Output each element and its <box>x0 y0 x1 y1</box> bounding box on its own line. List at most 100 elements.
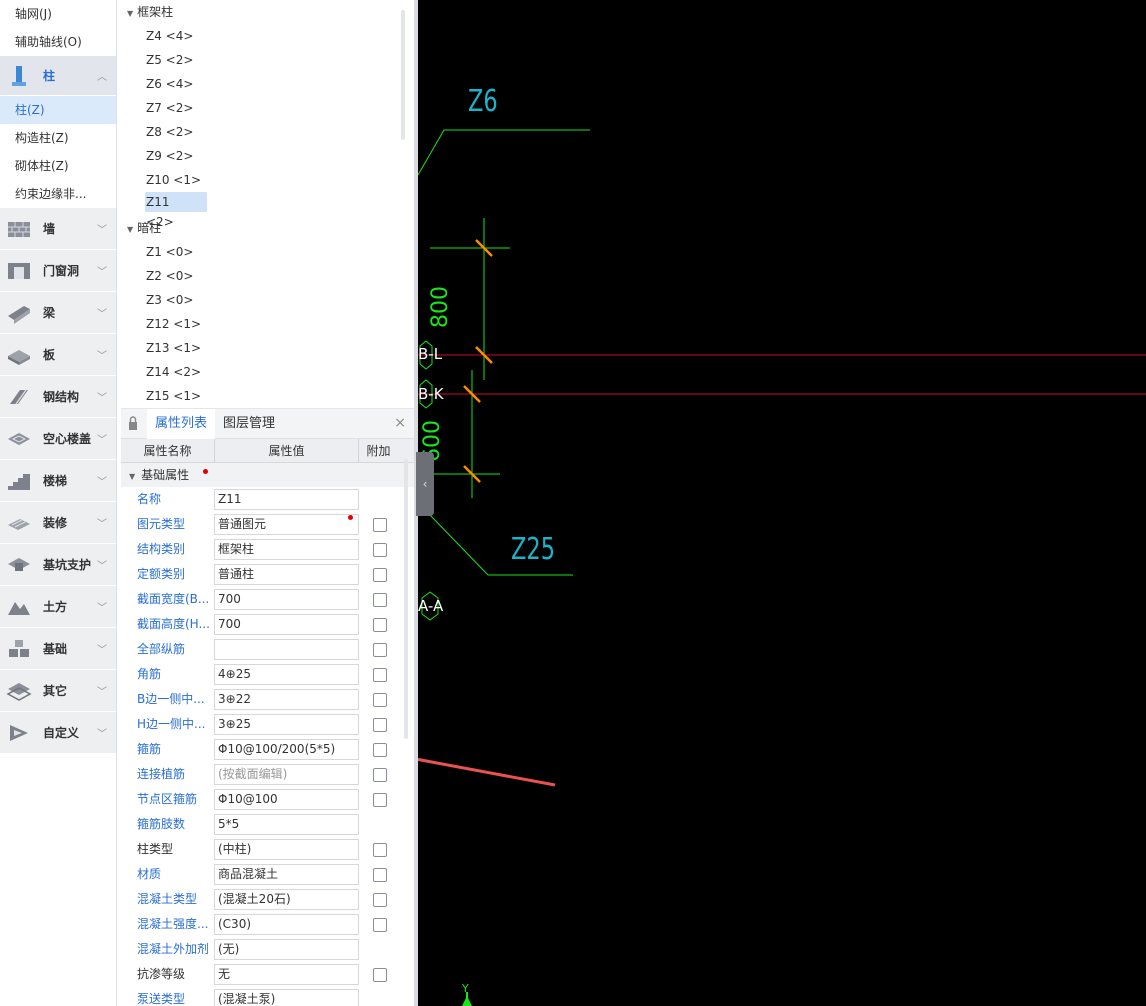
tree-item[interactable]: Z12 <1> <box>121 312 413 336</box>
nav-category-column[interactable]: 柱 ︿ <box>0 56 116 96</box>
tree-item[interactable]: Z5 <2> <box>121 48 413 72</box>
nav-category-label: 钢结构 <box>43 390 80 404</box>
property-value-field[interactable]: 普通图元 <box>214 514 359 535</box>
nav-category-stairs[interactable]: 楼梯 ﹀ <box>0 460 116 502</box>
extra-checkbox[interactable] <box>373 793 387 807</box>
nav-category-hollow-floor[interactable]: 空心楼盖 ﹀ <box>0 418 116 460</box>
property-value-field[interactable]: 700 <box>214 614 359 635</box>
extra-checkbox[interactable] <box>373 843 387 857</box>
property-value-field[interactable]: Φ10@100 <box>214 789 359 810</box>
nav-item-axis-grid[interactable]: 轴网(J) <box>0 0 116 28</box>
property-value-field[interactable]: Φ10@100/200(5*5) <box>214 739 359 760</box>
extra-checkbox[interactable] <box>373 668 387 682</box>
property-value-field[interactable]: 3⊕25 <box>214 714 359 735</box>
decoration-icon <box>4 510 34 536</box>
tab-layer-management[interactable]: 图层管理 <box>215 409 283 439</box>
extra-checkbox[interactable] <box>373 618 387 632</box>
tree-item[interactable]: Z1 <0> <box>121 240 413 264</box>
property-value-field[interactable]: (中柱) <box>214 839 359 860</box>
extra-checkbox[interactable] <box>373 918 387 932</box>
z25-label: Z25 <box>511 532 556 567</box>
property-row: 材质 商品混凝土 <box>121 862 414 887</box>
property-value-field[interactable]: (无) <box>214 939 359 960</box>
property-value-field[interactable]: 4⊕25 <box>214 664 359 685</box>
extra-checkbox[interactable] <box>373 593 387 607</box>
extra-checkbox[interactable] <box>373 518 387 532</box>
caret-down-icon: ▼ <box>127 9 134 18</box>
nav-category-earthwork[interactable]: 土方 ﹀ <box>0 586 116 628</box>
nav-subitem-column[interactable]: 柱(Z) <box>0 96 116 124</box>
nav-subitem-masonry-column[interactable]: 砌体柱(Z) <box>0 152 116 180</box>
property-value-field[interactable]: Z11 <box>214 489 359 510</box>
collapse-panel-button[interactable]: ‹ <box>416 452 434 516</box>
property-value-field[interactable] <box>214 639 359 660</box>
extra-checkbox[interactable] <box>373 968 387 982</box>
nav-category-decoration[interactable]: 装修 ﹀ <box>0 502 116 544</box>
chevron-down-icon: ﹀ <box>97 519 107 530</box>
tree-item-label: Z8 <2> <box>146 125 194 139</box>
extra-checkbox[interactable] <box>373 568 387 582</box>
tab-property-list[interactable]: 属性列表 <box>147 409 216 439</box>
extra-checkbox[interactable] <box>373 868 387 882</box>
nav-subitem-construct-column[interactable]: 构造柱(Z) <box>0 124 116 152</box>
nav-category-beam[interactable]: 梁 ﹀ <box>0 292 116 334</box>
property-row: 定额类别 普通柱 <box>121 562 414 587</box>
nav-category-wall[interactable]: 墙 ﹀ <box>0 208 116 250</box>
tree-item[interactable]: Z11 <2> <box>121 192 413 229</box>
tree-item[interactable]: Z2 <0> <box>121 264 413 288</box>
lock-icon[interactable] <box>127 415 139 433</box>
property-name: 截面宽度(B... <box>137 592 210 606</box>
property-value-field[interactable]: 3⊕22 <box>214 689 359 710</box>
property-value-field[interactable]: (混凝土泵) <box>214 989 359 1006</box>
tree-item[interactable]: Z8 <2> <box>121 120 413 144</box>
property-name: 定额类别 <box>137 567 186 581</box>
app-window: 轴网(J) 辅助轴线(O) 柱 ︿ 柱(Z) 构造柱(Z) 砌体柱(Z) 约束边… <box>0 0 1146 1006</box>
extra-checkbox[interactable] <box>373 743 387 757</box>
tree-item[interactable]: Z7 <2> <box>121 96 413 120</box>
extra-checkbox[interactable] <box>373 768 387 782</box>
extra-checkbox[interactable] <box>373 543 387 557</box>
property-value-field[interactable]: (按截面编辑) <box>214 764 359 785</box>
tree-item[interactable]: Z15 <1> <box>121 384 413 404</box>
property-value-field[interactable]: 框架柱 <box>214 539 359 560</box>
nav-subitem-edge-column[interactable]: 约束边缘非... <box>0 180 116 208</box>
section-basic-properties[interactable]: ▼ 基础属性 <box>121 463 414 487</box>
tree-item[interactable]: Z13 <1> <box>121 336 413 360</box>
property-name: 材质 <box>137 867 162 881</box>
nav-category-door-window[interactable]: 门窗洞 ﹀ <box>0 250 116 292</box>
tree-scrollbar[interactable] <box>401 10 405 140</box>
extra-checkbox[interactable] <box>373 893 387 907</box>
property-scrollbar[interactable] <box>404 459 408 739</box>
nav-category-foundation[interactable]: 基础 ﹀ <box>0 628 116 670</box>
nav-category-pit-support[interactable]: 基坑支护 ﹀ <box>0 544 116 586</box>
property-value-field[interactable]: (混凝土20石) <box>214 889 359 910</box>
tree-item[interactable]: Z9 <2> <box>121 144 413 168</box>
steel-structure-icon <box>4 384 34 410</box>
drawing-canvas[interactable]: Z6 Z25 800 600 B-L B-K A-A Y <box>418 0 1146 1006</box>
property-value-field[interactable]: 700 <box>214 589 359 610</box>
property-value-field[interactable]: 5*5 <box>214 814 359 835</box>
nav-category-other[interactable]: 其它 ﹀ <box>0 670 116 712</box>
axis-label-bl: B-L <box>418 345 443 363</box>
nav-category-custom[interactable]: 自定义 ﹀ <box>0 712 116 754</box>
close-icon[interactable]: × <box>394 415 406 431</box>
property-value-field[interactable]: 商品混凝土 <box>214 864 359 885</box>
tree-group[interactable]: ▼ 框架柱 <box>121 0 413 24</box>
extra-checkbox[interactable] <box>373 718 387 732</box>
tree-item-label: Z14 <2> <box>146 365 202 379</box>
tree-item[interactable]: Z4 <4> <box>121 24 413 48</box>
property-value-field[interactable]: 普通柱 <box>214 564 359 585</box>
nav-category-slab[interactable]: 板 ﹀ <box>0 334 116 376</box>
nav-item-aux-axis[interactable]: 辅助轴线(O) <box>0 28 116 56</box>
tree-item[interactable]: Z14 <2> <box>121 360 413 384</box>
property-value-field[interactable]: (C30) <box>214 914 359 935</box>
tree-item[interactable]: Z10 <1> <box>121 168 413 192</box>
tree-item-label: Z9 <2> <box>146 149 194 163</box>
extra-checkbox[interactable] <box>373 643 387 657</box>
nav-category-steel-structure[interactable]: 钢结构 ﹀ <box>0 376 116 418</box>
property-value-field[interactable]: 无 <box>214 964 359 985</box>
tree-item[interactable]: Z3 <0> <box>121 288 413 312</box>
property-panel: 属性列表 图层管理 × 属性名称 属性值 附加 ▼ 基础属性 名称 Z11 图元类型普… <box>121 408 414 1006</box>
tree-item[interactable]: Z6 <4> <box>121 72 413 96</box>
extra-checkbox[interactable] <box>373 693 387 707</box>
